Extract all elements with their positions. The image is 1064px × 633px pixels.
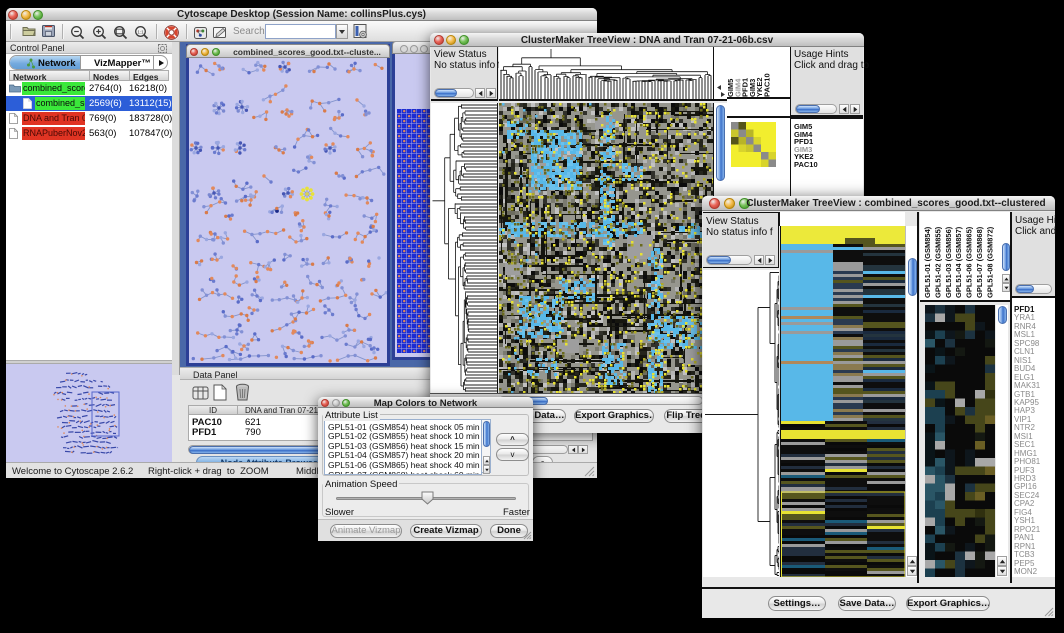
svg-text:PAC10: PAC10 xyxy=(763,73,772,97)
svg-text:1:1: 1:1 xyxy=(137,30,144,35)
